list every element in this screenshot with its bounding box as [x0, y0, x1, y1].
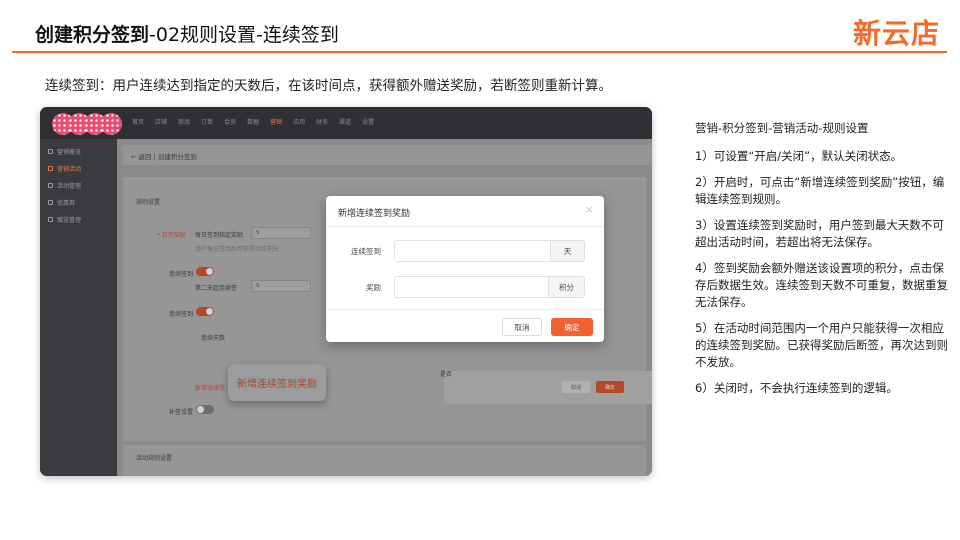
close-icon[interactable]: ×: [585, 204, 594, 215]
breadcrumb[interactable]: ← 返回 | 创建积分签到: [123, 145, 652, 165]
intro-text: 连续签到：用户连续达到指定的天数后，在该时间点，获得额外赠送奖励，若断签则重新计…: [45, 78, 612, 94]
refresh-icon: [48, 166, 53, 171]
note-item: 5）在活动时间范围内一个用户只能获得一次相应的连续签到奖励。已获得奖励后断签，再…: [695, 321, 948, 369]
field-text: 第二天起连续签: [195, 285, 238, 292]
app-topbar: 首页 店铺 商品 订单 会员 数据 营销 应用 财务 渠道 设置: [40, 107, 652, 139]
modal-title: 新增连续签到奖励: [338, 209, 411, 219]
add-continuous-link[interactable]: 新增连续签: [195, 383, 225, 392]
confirm-button[interactable]: 确定: [551, 318, 593, 336]
note-item: 1）可设置“开启/关闭”，默认关闭状态。: [695, 149, 903, 163]
days-suffix: 天: [550, 241, 584, 261]
notes-panel: 营销-积分签到-营销活动-规则设置 1）可设置“开启/关闭”，默认关闭状态。 2…: [695, 120, 950, 406]
activity-panel: 活动规则设置: [123, 445, 646, 476]
second-day-input[interactable]: 5: [251, 280, 311, 292]
notes-heading: 营销-积分签到-营销活动-规则设置: [695, 121, 869, 135]
field-label: * 日签奖励: [157, 232, 186, 239]
sidebar: 营销概览 营销活动 活动管理 优惠券 赠送管理: [40, 139, 117, 476]
points-input[interactable]: 积分: [394, 276, 585, 298]
top-nav-item[interactable]: 首页: [132, 117, 144, 126]
top-nav: 首页 店铺 商品 订单 会员 数据 营销 应用 财务 渠道 设置: [132, 117, 374, 126]
continuous-toggle[interactable]: [196, 267, 214, 276]
background-cancel-button[interactable]: 取消: [562, 381, 590, 393]
sidebar-item-activity[interactable]: 活动管理: [40, 177, 117, 194]
sidebar-item-marketing[interactable]: 营销活动: [40, 160, 117, 177]
slide: 创建积分签到-02规则设置-连续签到 新云店 连续签到：用户连续达到指定的天数后…: [0, 0, 960, 540]
continuous-reward-toggle[interactable]: [196, 307, 214, 316]
note-item: 3）设置连续签到奖励时，用户签到最大天数不可超出活动时间，若超出将无法保存。: [695, 218, 944, 249]
field-label: 连续签到: [169, 311, 194, 318]
cancel-button[interactable]: 取消: [502, 318, 542, 336]
partial-label: 是否: [440, 371, 453, 378]
field-label: 补签设置: [169, 409, 194, 416]
sidebar-item-label: 营销活动: [57, 166, 82, 173]
top-nav-item[interactable]: 商品: [178, 117, 190, 126]
days-label: 连续签到: [351, 247, 381, 256]
app-logo-icon: [52, 113, 122, 135]
title-rest: -02规则设置-连续签到: [149, 24, 339, 46]
modal-divider: [326, 309, 604, 310]
sidebar-item-coupon[interactable]: 优惠券: [40, 194, 117, 211]
section-title: 规则设置: [136, 199, 161, 206]
section-title: 活动规则设置: [136, 455, 173, 462]
top-nav-item[interactable]: 会员: [224, 117, 236, 126]
sidebar-item-label: 活动管理: [57, 183, 82, 190]
modal-divider: [326, 226, 604, 227]
title-bold: 创建积分签到: [35, 24, 150, 46]
field-text: 每日签到指定奖励: [195, 232, 244, 239]
app-screenshot: 首页 店铺 商品 订单 会员 数据 营销 应用 财务 渠道 设置 营销概览 营销…: [40, 107, 652, 476]
background-dialog: 是否 取消 确定: [440, 371, 652, 404]
points-suffix: 积分: [548, 277, 584, 297]
note-item: 6）关闭时，不会执行连续签到的逻辑。: [695, 381, 898, 395]
calendar-icon: [48, 183, 53, 188]
brand-logo: 新云店: [852, 17, 940, 50]
sidebar-item-label: 营销概览: [57, 149, 82, 156]
grid-icon: [48, 149, 53, 154]
slide-title: 创建积分签到-02规则设置-连续签到: [35, 20, 339, 47]
top-nav-item[interactable]: 财务: [316, 117, 328, 126]
top-nav-item[interactable]: 设置: [362, 117, 374, 126]
field-label: 连续签到: [169, 271, 194, 278]
add-reward-callout[interactable]: 新增连续签到奖励: [228, 364, 326, 401]
sidebar-item-label: 赠送管理: [57, 217, 82, 224]
title-divider: [12, 51, 947, 53]
background-ok-button[interactable]: 确定: [596, 381, 624, 393]
top-nav-item[interactable]: 店铺: [155, 117, 167, 126]
top-nav-item[interactable]: 渠道: [339, 117, 351, 126]
field-hint: 用户每日签到后可获得对应积分: [195, 246, 280, 253]
makeup-toggle[interactable]: [196, 405, 214, 414]
top-nav-item[interactable]: 订单: [201, 117, 213, 126]
sidebar-item-overview[interactable]: 营销概览: [40, 143, 117, 160]
top-nav-item[interactable]: 应用: [293, 117, 305, 126]
top-nav-item[interactable]: 数据: [247, 117, 259, 126]
note-item: 4）签到奖励会额外赠送该设置项的积分，点击保存后数据生效。连续签到天数不可重复，…: [695, 261, 948, 309]
sidebar-item-gift[interactable]: 赠送管理: [40, 211, 117, 228]
note-item: 2）开启时，可点击“新增连续签到奖励”按钮，编辑连续签到规则。: [695, 175, 945, 206]
ticket-icon: [48, 200, 53, 205]
top-nav-item-active[interactable]: 营销: [270, 117, 282, 126]
reward-label: 奖励: [366, 283, 381, 292]
table-header: 连续天数: [201, 335, 226, 342]
gift-icon: [48, 217, 53, 222]
add-reward-modal: 新增连续签到奖励 × 连续签到 天 奖励 积分 取消 确定: [326, 196, 604, 342]
sidebar-item-label: 优惠券: [57, 200, 76, 207]
days-input[interactable]: 天: [394, 240, 585, 262]
daily-reward-input[interactable]: 5: [251, 227, 311, 239]
